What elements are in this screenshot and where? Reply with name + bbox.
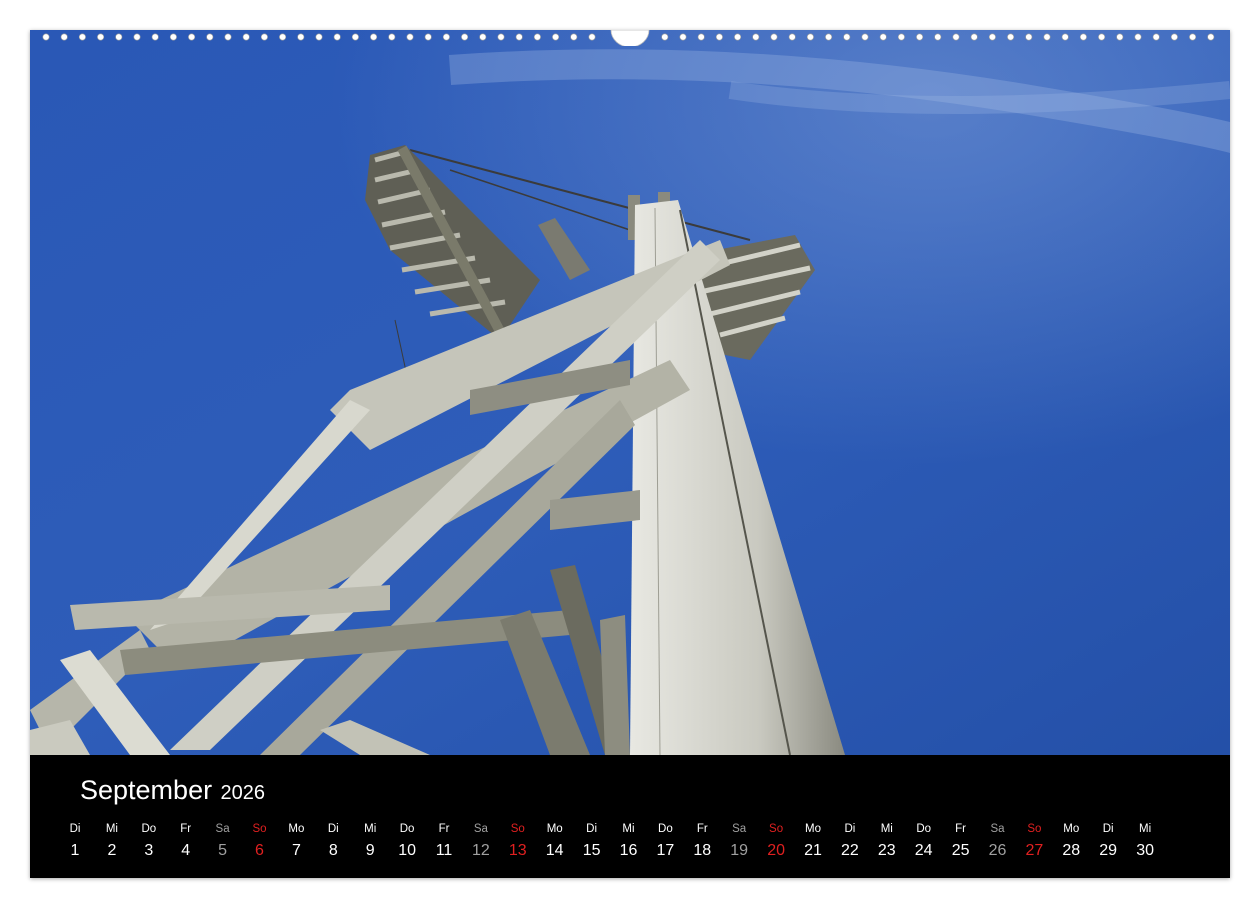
calendar-day: Sa 19 xyxy=(721,821,758,863)
day-number: 5 xyxy=(218,842,228,859)
calendar-day: Mo 21 xyxy=(795,821,832,863)
photo-wooden-summit-cross xyxy=(30,30,1230,755)
calendar-day: Sa 12 xyxy=(462,821,499,863)
day-number: 8 xyxy=(328,842,338,859)
day-number: 27 xyxy=(1025,842,1044,859)
calendar-day: So 20 xyxy=(758,821,795,863)
weekday-label: Mo xyxy=(288,823,305,835)
weekday-label: Mi xyxy=(1139,823,1152,835)
weekday-label: Do xyxy=(658,823,673,835)
weekday-label: Fr xyxy=(955,823,967,835)
calendar-day: Sa 26 xyxy=(979,821,1016,863)
day-number: 9 xyxy=(365,842,375,859)
day-number: 26 xyxy=(988,842,1007,859)
weekday-label: Mi xyxy=(622,823,635,835)
weekday-label: Di xyxy=(69,823,81,835)
calendar-day: So 27 xyxy=(1016,821,1053,863)
day-number: 29 xyxy=(1099,842,1118,859)
weekday-label: Sa xyxy=(732,823,747,835)
day-number: 6 xyxy=(255,842,264,859)
day-number: 30 xyxy=(1136,842,1154,859)
day-number: 1 xyxy=(70,842,80,859)
calendar-day: So 6 xyxy=(241,821,278,863)
calendar-day: Mi 2 xyxy=(93,821,130,863)
day-number: 18 xyxy=(693,842,712,859)
weekday-label: Sa xyxy=(990,823,1005,835)
weekday-label: Sa xyxy=(215,823,230,835)
calendar-day: Fr 11 xyxy=(426,821,463,863)
calendar-day: Di 8 xyxy=(315,821,352,863)
weekday-label: Mi xyxy=(105,823,118,835)
weekday-label: Do xyxy=(141,823,157,835)
day-number: 11 xyxy=(435,842,453,859)
calendar-day: Do 24 xyxy=(905,821,942,863)
weekday-label: Fr xyxy=(696,823,708,835)
weekday-label: So xyxy=(769,823,784,835)
day-number: 7 xyxy=(291,842,301,859)
month-label: September xyxy=(80,775,213,805)
day-number: 14 xyxy=(545,842,564,859)
year-label: 2026 xyxy=(220,782,266,804)
weekday-label: Fr xyxy=(180,823,192,835)
weekday-label: So xyxy=(510,823,525,835)
weekday-label: Mo xyxy=(546,823,563,835)
calendar-day: Fr 4 xyxy=(167,821,204,863)
calendar-day: Do 17 xyxy=(647,821,684,863)
weekday-label: Fr xyxy=(438,823,450,835)
day-number: 19 xyxy=(730,842,749,859)
weekday-label: Sa xyxy=(473,823,488,835)
day-number: 4 xyxy=(181,842,191,859)
calendar-day: Di 1 xyxy=(57,821,94,863)
calendar-caption-bar: September 2026 Di 1 Mi 2 Do 3 Fr 4 Sa 5 So 6 Mo 7 Di 8 M… xyxy=(30,755,1230,878)
weekday-label: Do xyxy=(399,823,415,835)
weekday-label: Di xyxy=(327,823,339,835)
weekday-label: So xyxy=(1027,823,1042,835)
calendar-day: Mi 16 xyxy=(610,821,647,863)
weekday-label: Do xyxy=(916,823,932,835)
day-number: 3 xyxy=(144,842,154,859)
calendar-day: Mo 14 xyxy=(536,821,573,863)
calendar-day: Mi 23 xyxy=(868,821,905,863)
calendar-day: Mi 9 xyxy=(352,821,389,863)
day-number: 23 xyxy=(877,842,896,859)
calendar-day: Mo 7 xyxy=(278,821,315,863)
weekday-label: Mo xyxy=(1063,823,1080,835)
calendar-day: Do 3 xyxy=(130,821,167,863)
weekday-label: Di xyxy=(844,823,856,835)
weekday-label: So xyxy=(252,823,267,835)
calendar-day: Mi 30 xyxy=(1127,821,1164,863)
day-number: 21 xyxy=(804,842,822,859)
day-number: 2 xyxy=(107,842,117,859)
weekday-label: Mi xyxy=(364,823,377,835)
day-number: 20 xyxy=(767,842,785,859)
calendar-day: Do 10 xyxy=(389,821,426,863)
calendar-day: Fr 25 xyxy=(942,821,979,863)
day-number: 22 xyxy=(840,842,859,859)
calendar-day: Di 29 xyxy=(1090,821,1127,863)
weekday-label: Mo xyxy=(805,823,821,835)
day-number: 15 xyxy=(582,842,601,859)
calendar-day: So 13 xyxy=(499,821,536,863)
calendar-day: Sa 5 xyxy=(204,821,241,863)
calendar-page: September 2026 Di 1 Mi 2 Do 3 Fr 4 Sa 5 So 6 Mo 7 Di 8 M… xyxy=(30,30,1230,878)
day-number: 16 xyxy=(619,842,638,859)
calendar-title: September 2026 xyxy=(80,775,265,806)
weekday-label: Di xyxy=(586,823,598,835)
day-number: 28 xyxy=(1062,842,1081,859)
day-number: 13 xyxy=(508,842,527,859)
day-number: 10 xyxy=(398,842,416,859)
calendar-day: Di 15 xyxy=(573,821,610,863)
weekday-label: Di xyxy=(1102,823,1114,835)
day-number: 12 xyxy=(471,842,490,859)
day-number: 17 xyxy=(656,842,675,859)
day-number: 24 xyxy=(914,842,933,859)
calendar-day: Di 22 xyxy=(831,821,868,863)
day-number: 25 xyxy=(951,842,970,859)
calendar-day: Mo 28 xyxy=(1053,821,1090,863)
weekday-label: Mi xyxy=(880,823,893,835)
calendar-day: Fr 18 xyxy=(684,821,721,863)
